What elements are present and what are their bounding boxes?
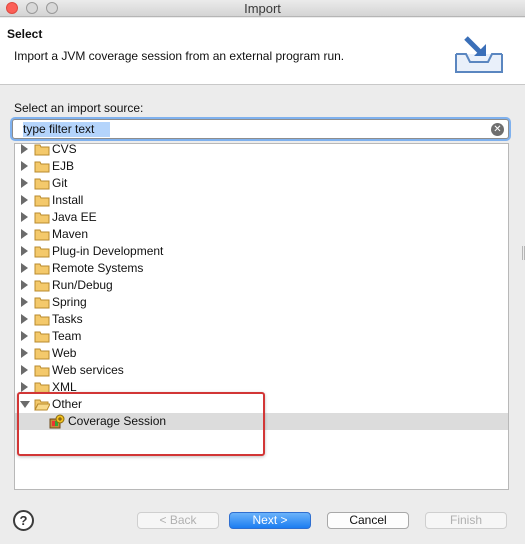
tree-item-label: EJB <box>52 159 75 173</box>
tree-item-label: Remote Systems <box>52 261 144 275</box>
tree-item-label: Plug-in Development <box>52 244 164 258</box>
folder-icon <box>34 161 50 173</box>
filter-input[interactable] <box>23 121 483 137</box>
expand-arrow-icon[interactable] <box>21 365 28 375</box>
expand-arrow-icon[interactable] <box>21 280 28 290</box>
tree-item-maven[interactable]: Maven <box>15 226 508 243</box>
expand-arrow-icon[interactable] <box>21 314 28 324</box>
tree-item-ejb[interactable]: EJB <box>15 158 508 175</box>
tree-item-java-ee[interactable]: Java EE <box>15 209 508 226</box>
tree-item-label: Git <box>52 176 68 190</box>
expand-arrow-icon[interactable] <box>21 178 28 188</box>
folder-icon <box>34 263 50 275</box>
expand-arrow-icon[interactable] <box>21 212 28 222</box>
tree-item-spring[interactable]: Spring <box>15 294 508 311</box>
tree-item-web-services[interactable]: Web services <box>15 362 508 379</box>
clear-icon[interactable]: ✕ <box>491 123 504 136</box>
tree-item-label: Java EE <box>52 210 97 224</box>
tree-item-label: Spring <box>52 295 87 309</box>
finish-button[interactable]: Finish <box>425 512 507 529</box>
tree-item-remote-systems[interactable]: Remote Systems <box>15 260 508 277</box>
tree-item-web[interactable]: Web <box>15 345 508 362</box>
tree-item-install[interactable]: Install <box>15 192 508 209</box>
cancel-button[interactable]: Cancel <box>327 512 409 529</box>
tree-item-label: Install <box>52 193 84 207</box>
expand-arrow-icon[interactable] <box>21 161 28 171</box>
expand-arrow-icon[interactable] <box>21 195 28 205</box>
tree-item-label: CVS <box>52 142 77 156</box>
expand-arrow-icon[interactable] <box>21 229 28 239</box>
annotation-highlight-box <box>17 392 265 456</box>
page-description: Import a JVM coverage session from an ex… <box>14 49 345 63</box>
folder-icon <box>34 195 50 207</box>
expand-arrow-icon[interactable] <box>21 348 28 358</box>
expand-arrow-icon[interactable] <box>21 246 28 256</box>
title-bar: Import <box>0 0 525 17</box>
folder-icon <box>34 297 50 309</box>
expand-arrow-icon[interactable] <box>21 144 28 154</box>
folder-icon <box>34 280 50 292</box>
folder-icon <box>34 229 50 241</box>
tree-item-label: Maven <box>52 227 89 241</box>
folder-icon <box>34 348 50 360</box>
filter-field[interactable]: ✕ <box>12 119 509 139</box>
tree-item-cvs[interactable]: CVS <box>15 141 508 158</box>
expand-arrow-icon[interactable] <box>21 263 28 273</box>
folder-icon <box>34 331 50 343</box>
expand-arrow-icon[interactable] <box>21 331 28 341</box>
back-button[interactable]: < Back <box>137 512 219 529</box>
expand-arrow-icon[interactable] <box>21 382 28 392</box>
tree-item-label: Tasks <box>52 312 83 326</box>
tree-item-plug-in-development[interactable]: Plug-in Development <box>15 243 508 260</box>
tree-item-tasks[interactable]: Tasks <box>15 311 508 328</box>
expand-arrow-icon[interactable] <box>21 297 28 307</box>
help-button[interactable]: ? <box>13 510 34 531</box>
folder-icon <box>34 212 50 224</box>
tree-item-label: Team <box>52 329 82 343</box>
import-banner-icon <box>455 36 503 73</box>
page-title: Select <box>7 27 43 41</box>
next-button[interactable]: Next > <box>229 512 311 529</box>
folder-icon <box>34 178 50 190</box>
folder-icon <box>34 246 50 258</box>
folder-icon <box>34 144 50 156</box>
tree-item-team[interactable]: Team <box>15 328 508 345</box>
tree-item-run-debug[interactable]: Run/Debug <box>15 277 508 294</box>
tree-item-git[interactable]: Git <box>15 175 508 192</box>
wizard-header: Select Import a JVM coverage session fro… <box>0 18 525 85</box>
folder-icon <box>34 365 50 377</box>
tree-item-label: Web <box>52 346 77 360</box>
tree-item-label: Web services <box>52 363 124 377</box>
tree-item-label: Run/Debug <box>52 278 113 292</box>
import-source-label: Select an import source: <box>14 101 144 115</box>
window-title: Import <box>244 1 281 16</box>
folder-icon <box>34 314 50 326</box>
